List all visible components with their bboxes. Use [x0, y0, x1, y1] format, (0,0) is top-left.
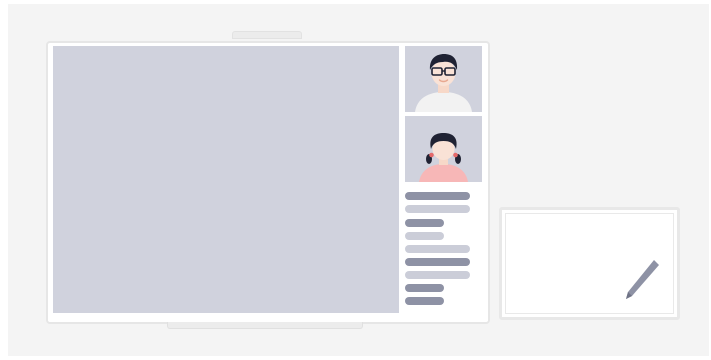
chat-line — [405, 205, 470, 213]
chat-line — [405, 271, 470, 279]
participant-tile-2[interactable] — [405, 116, 482, 182]
main-video-area[interactable] — [53, 46, 399, 313]
chat-line — [405, 297, 444, 305]
stylus-pen-icon — [626, 260, 659, 299]
participant-tile-1[interactable] — [405, 46, 482, 112]
woman-avatar-icon — [419, 133, 468, 182]
monitor-stand — [167, 322, 363, 329]
chat-line — [405, 192, 470, 200]
monitor — [46, 41, 490, 324]
chat-line — [405, 232, 444, 240]
side-panel — [405, 46, 483, 313]
chat-line — [405, 245, 470, 253]
webcam — [232, 31, 302, 39]
man-with-glasses-avatar-icon — [415, 54, 472, 112]
tablet — [499, 207, 680, 320]
chat-line — [405, 284, 444, 292]
chat-line — [405, 258, 470, 266]
chat-line — [405, 219, 444, 227]
